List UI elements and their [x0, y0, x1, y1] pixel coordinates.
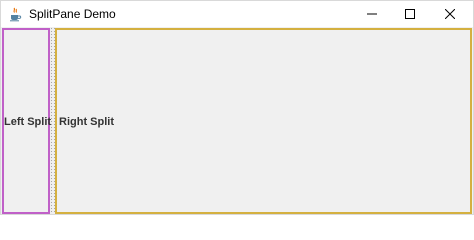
java-cup-icon [7, 6, 23, 22]
right-split-pane[interactable]: Right Split [55, 28, 472, 214]
maximize-icon [405, 9, 415, 19]
window-title: SplitPane Demo [29, 7, 116, 21]
minimize-button[interactable] [353, 1, 391, 27]
close-button[interactable] [431, 1, 469, 27]
maximize-button[interactable] [391, 1, 429, 27]
minimize-icon [367, 13, 377, 15]
title-bar[interactable]: SplitPane Demo [1, 1, 473, 27]
left-split-label: Left Split [4, 116, 52, 128]
close-icon [445, 9, 455, 19]
app-window: SplitPane Demo Left Split Right Split [0, 0, 474, 215]
split-pane: Left Split Right Split [1, 27, 473, 214]
right-split-label: Right Split [59, 116, 114, 128]
left-split-pane[interactable]: Left Split [2, 28, 52, 214]
